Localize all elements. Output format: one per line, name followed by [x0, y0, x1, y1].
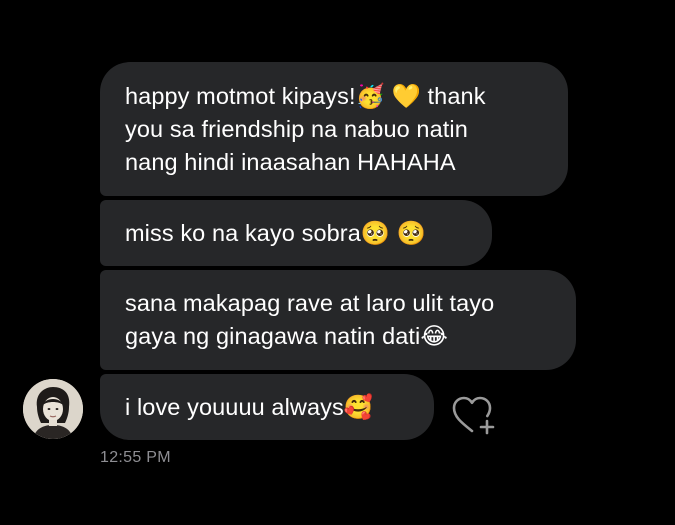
- message-bubble[interactable]: sana makapag rave at laro ulit tayo gaya…: [100, 270, 576, 370]
- heart-plus-icon: [452, 396, 495, 435]
- message-bubble[interactable]: happy motmot kipays!🥳 💛 thank you sa fri…: [100, 62, 568, 196]
- message-timestamp: 12:55 PM: [100, 449, 171, 466]
- message-bubble[interactable]: miss ko na kayo sobra🥺 🥺: [100, 200, 492, 266]
- message-text: miss ko na kayo sobra🥺 🥺: [125, 219, 427, 246]
- user-avatar-icon: [23, 379, 83, 439]
- react-button[interactable]: [448, 393, 500, 437]
- sender-avatar[interactable]: [23, 379, 83, 439]
- message-bubble[interactable]: i love youuuu always🥰: [100, 374, 434, 440]
- message-text: i love youuuu always🥰: [125, 393, 374, 420]
- message-text: happy motmot kipays!🥳 💛 thank you sa fri…: [125, 82, 486, 175]
- message-thread: happy motmot kipays!🥳 💛 thank you sa fri…: [0, 0, 675, 525]
- message-text: sana makapag rave at laro ulit tayo gaya…: [125, 290, 495, 349]
